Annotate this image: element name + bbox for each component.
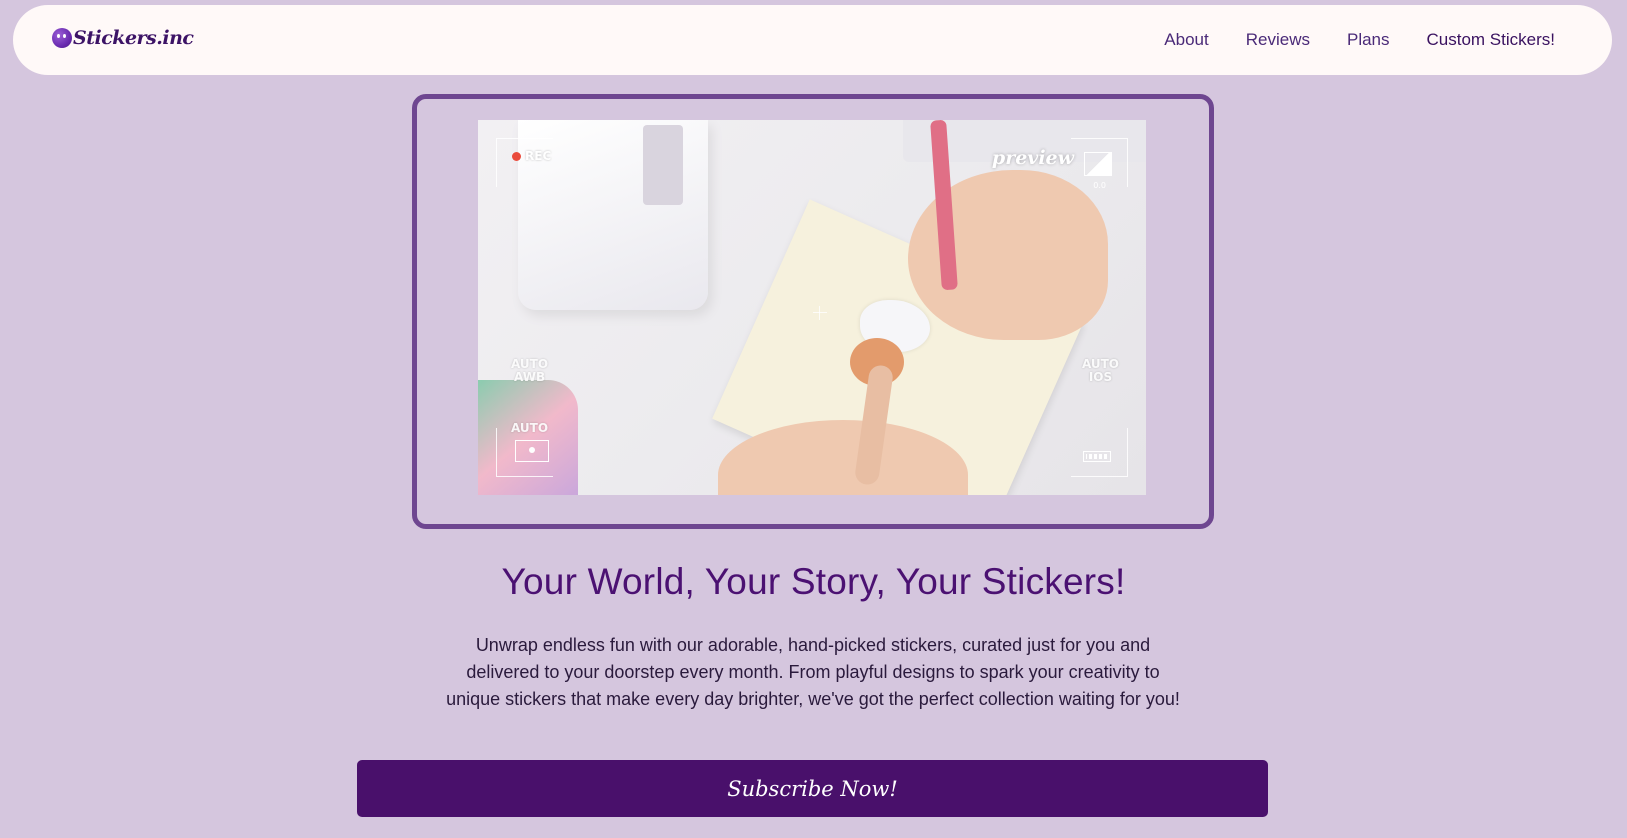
smiley-logo-icon — [52, 28, 72, 48]
hero-video[interactable]: REC preview 0.0 AUTO AWB AUTO IOS AUTO — [478, 120, 1146, 495]
brand-logo-link[interactable]: Stickers.inc — [52, 27, 194, 49]
exposure-icon — [1084, 152, 1112, 176]
battery-icon — [1083, 451, 1111, 462]
crosshair-icon — [813, 306, 827, 320]
preview-label: preview — [991, 147, 1074, 169]
nav-link-custom-stickers[interactable]: Custom Stickers! — [1427, 30, 1555, 50]
auto-awb-label: AUTO AWB — [511, 357, 549, 384]
nav-links: About Reviews Plans Custom Stickers! — [1164, 5, 1555, 75]
record-dot-icon — [512, 151, 521, 161]
brand-name: Stickers.inc — [73, 27, 194, 49]
focus-icon — [515, 440, 549, 462]
navbar: Stickers.inc About Reviews Plans Custom … — [13, 5, 1612, 75]
rec-label: REC — [525, 149, 552, 163]
subscribe-button[interactable]: Subscribe Now! — [357, 760, 1268, 817]
nav-link-plans[interactable]: Plans — [1347, 30, 1390, 50]
auto-focus-label: AUTO — [511, 421, 549, 435]
rec-indicator: REC — [512, 149, 551, 163]
auto-ios-label: AUTO IOS — [1081, 357, 1119, 384]
hero-title: Your World, Your Story, Your Stickers! — [501, 561, 1126, 602]
exposure-value: 0.0 — [1093, 181, 1106, 190]
nav-link-about[interactable]: About — [1164, 30, 1208, 50]
nav-link-reviews[interactable]: Reviews — [1246, 30, 1310, 50]
box-slot-illustration — [643, 125, 683, 205]
hero-description: Unwrap endless fun with our adorable, ha… — [446, 635, 1180, 709]
